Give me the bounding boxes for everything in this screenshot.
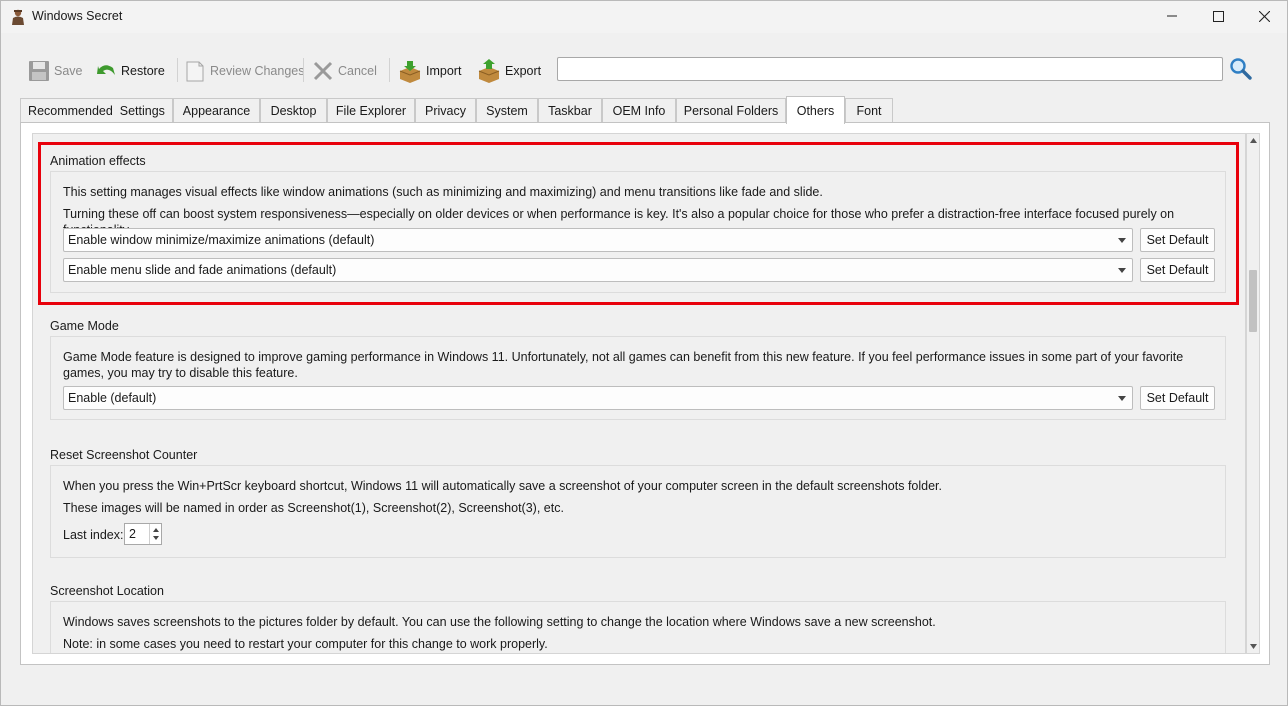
spin-down-icon[interactable]: [153, 536, 159, 540]
cancel-x-icon: [313, 61, 333, 81]
screenshot-counter-description-1: When you press the Win+PrtScr keyboard s…: [63, 479, 943, 493]
game-mode-description: Game Mode feature is designed to improve…: [63, 350, 1184, 380]
document-icon: [186, 61, 204, 82]
screenshot-location-description-1: Windows saves screenshots to the picture…: [63, 615, 936, 629]
set-default-button[interactable]: Set Default: [1140, 386, 1215, 410]
screenshot-counter-description-2: These images will be named in order as S…: [63, 501, 564, 515]
last-index-value: 2: [129, 527, 136, 541]
close-icon: [1258, 10, 1270, 22]
tab-font[interactable]: Font: [845, 98, 893, 123]
screenshot-location-group: Windows saves screenshots to the picture…: [50, 601, 1226, 653]
scroll-up-icon[interactable]: [1248, 135, 1259, 146]
restore-button[interactable]: Restore: [95, 55, 165, 87]
tab-file-explorer[interactable]: File Explorer: [327, 98, 415, 123]
tab-privacy[interactable]: Privacy: [415, 98, 476, 123]
section-title-screenshot-location: Screenshot Location: [50, 584, 164, 598]
chevron-down-icon: [1118, 396, 1126, 401]
floppy-disk-icon: [29, 61, 49, 81]
toolbar: Save Restore Review Changes Cancel Impor…: [1, 51, 1287, 89]
save-button[interactable]: Save: [28, 55, 83, 87]
review-changes-label: Review Changes: [210, 64, 305, 78]
export-box-icon: [478, 59, 500, 83]
spin-up-icon[interactable]: [153, 528, 159, 532]
toolbar-separator: [177, 58, 178, 82]
toolbar-separator: [389, 58, 390, 82]
import-button[interactable]: Import: [398, 55, 461, 87]
game-mode-combo[interactable]: Enable (default): [63, 386, 1133, 410]
tab-oem-info[interactable]: OEM Info: [602, 98, 676, 123]
game-mode-value: Enable (default): [68, 391, 157, 405]
tab-desktop[interactable]: Desktop: [260, 98, 327, 123]
scrollbar-thumb[interactable]: [1249, 270, 1257, 332]
section-title-game-mode: Game Mode: [50, 319, 119, 333]
export-button[interactable]: Export: [477, 55, 541, 87]
last-index-label: Last index:: [63, 528, 124, 542]
spin-buttons[interactable]: [149, 524, 161, 544]
app-logo-icon: [12, 9, 24, 25]
save-label: Save: [54, 64, 83, 78]
tab-others[interactable]: Others: [786, 96, 845, 124]
import-box-icon: [399, 61, 421, 83]
screenshot-counter-group: When you press the Win+PrtScr keyboard s…: [50, 465, 1226, 558]
title-bar: Windows Secret: [1, 1, 1287, 33]
vertical-scrollbar[interactable]: [1246, 133, 1260, 654]
maximize-button[interactable]: [1195, 1, 1241, 31]
review-changes-button[interactable]: Review Changes: [184, 55, 305, 87]
tab-recommended-settings[interactable]: Recommended Settings: [20, 98, 173, 123]
search-input[interactable]: [557, 57, 1223, 81]
maximize-icon: [1212, 10, 1224, 22]
section-title-screenshot-counter: Reset Screenshot Counter: [50, 448, 198, 462]
screenshot-location-description-2: Note: in some cases you need to restart …: [63, 637, 548, 651]
undo-arrow-icon: [97, 65, 115, 75]
tab-appearance[interactable]: Appearance: [173, 98, 260, 123]
cancel-button[interactable]: Cancel: [312, 55, 377, 87]
window-title: Windows Secret: [32, 9, 123, 23]
game-mode-group: Game Mode feature is designed to improve…: [50, 336, 1226, 420]
app-window: Windows Secret Save Restore Review Chang…: [0, 0, 1288, 706]
last-index-spinbox[interactable]: 2: [124, 523, 162, 545]
minimize-icon: [1167, 15, 1177, 17]
export-label: Export: [505, 64, 542, 78]
toolbar-separator: [303, 58, 304, 82]
import-label: Import: [426, 64, 462, 78]
tab-personal-folders[interactable]: Personal Folders: [676, 98, 786, 123]
tab-taskbar[interactable]: Taskbar: [538, 98, 602, 123]
tab-system[interactable]: System: [476, 98, 538, 123]
highlight-box: [38, 142, 1239, 305]
close-button[interactable]: [1241, 1, 1287, 31]
search-icon[interactable]: [1229, 57, 1253, 81]
cancel-label: Cancel: [338, 64, 377, 78]
scroll-down-icon[interactable]: [1248, 641, 1259, 652]
restore-label: Restore: [121, 64, 165, 78]
minimize-button[interactable]: [1149, 1, 1195, 31]
